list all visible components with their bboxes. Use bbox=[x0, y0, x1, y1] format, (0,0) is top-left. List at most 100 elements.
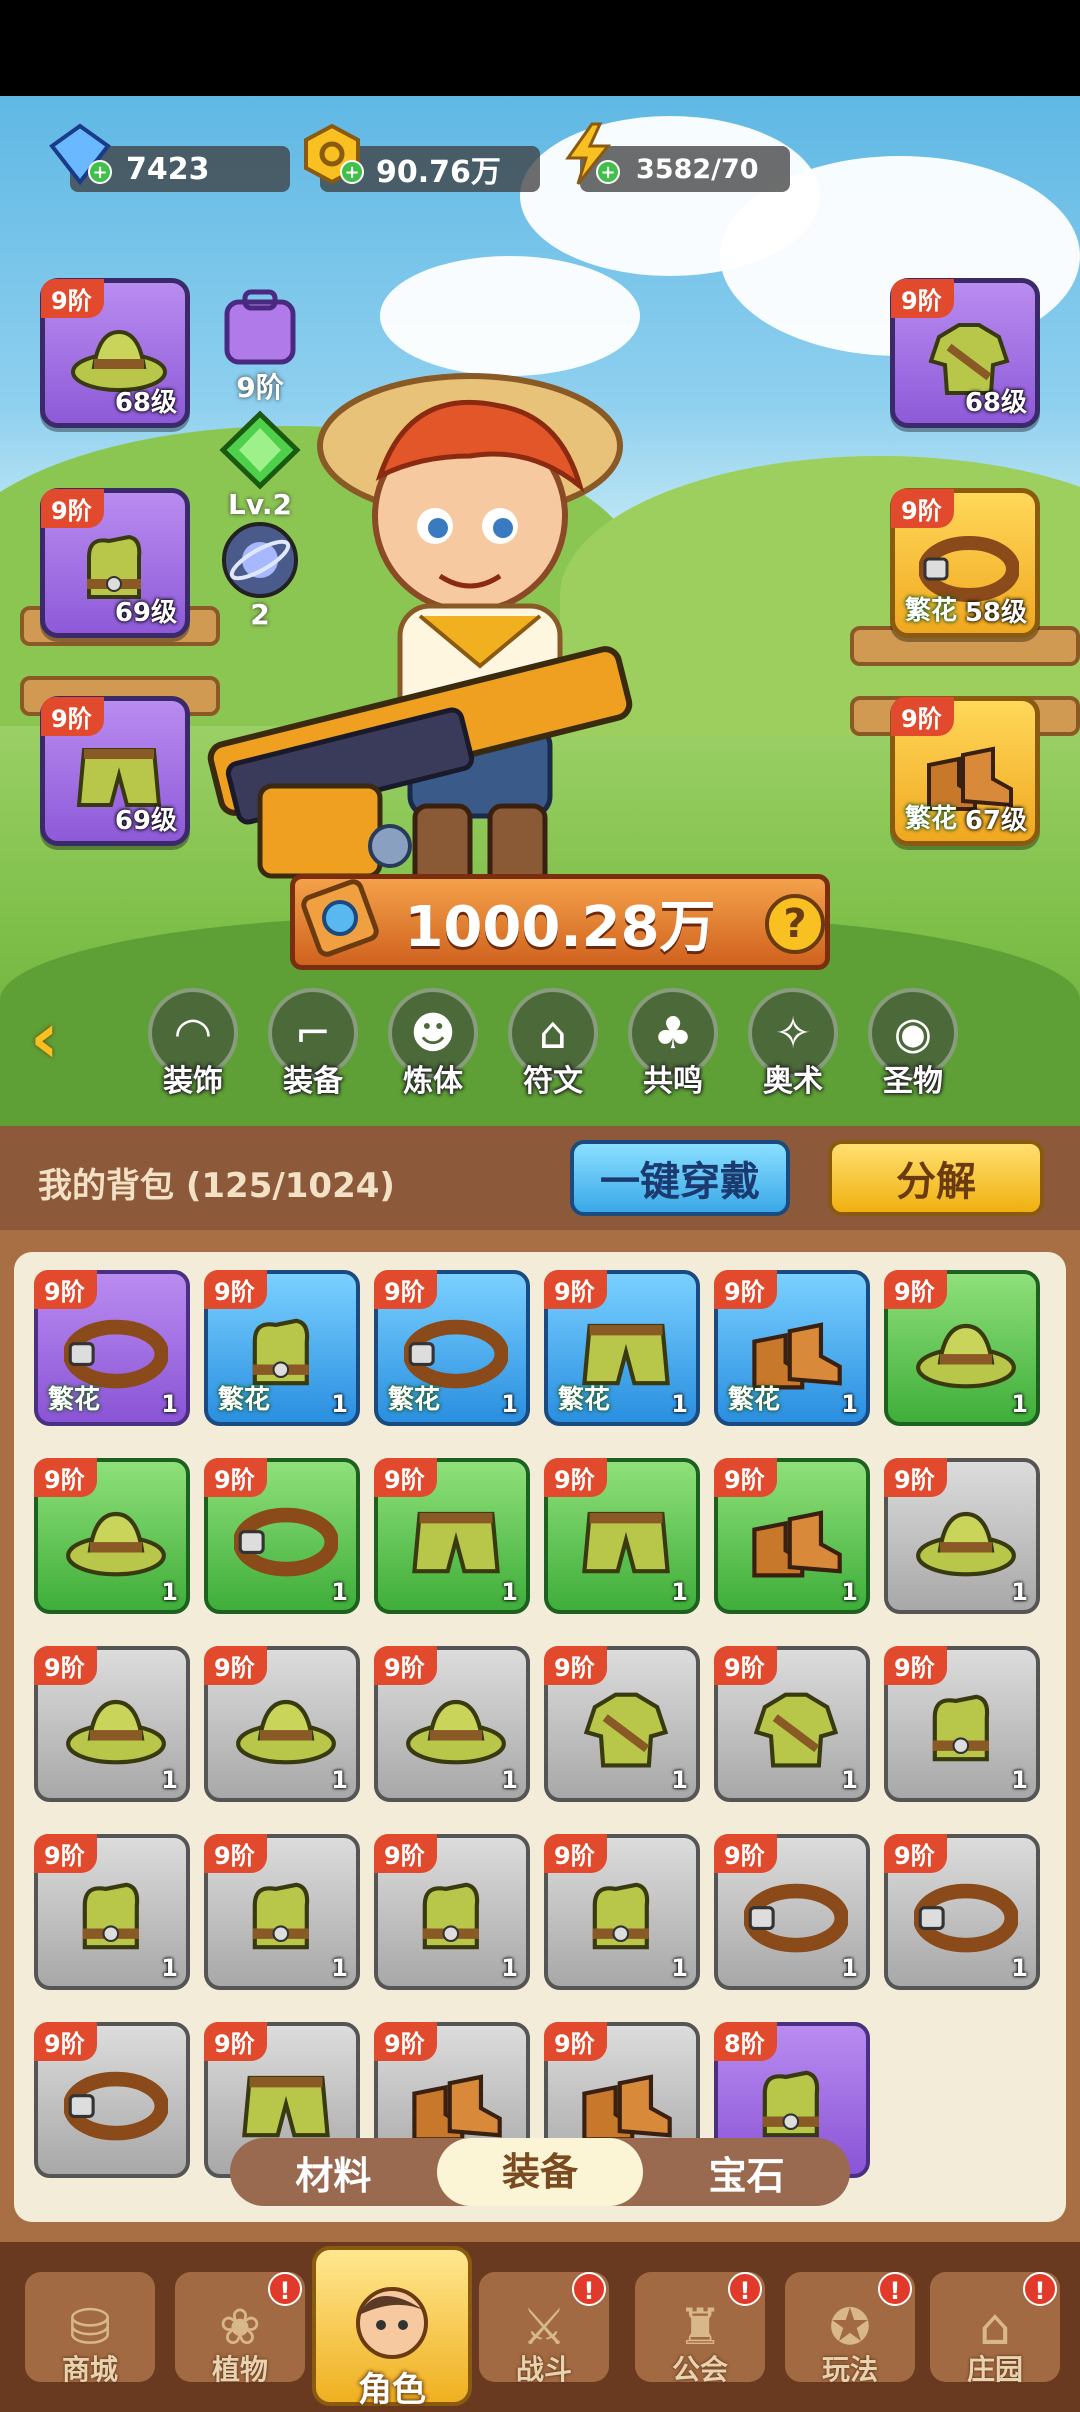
bag-item[interactable]: 9阶 1 bbox=[544, 1834, 700, 1990]
item-count: 1 bbox=[1011, 1578, 1028, 1606]
nav-character[interactable]: 角色 bbox=[312, 2246, 472, 2412]
item-count: 1 bbox=[841, 1578, 858, 1606]
hat-icon bbox=[916, 1323, 1016, 1389]
bag-item[interactable]: 9阶 1 bbox=[204, 1834, 360, 1990]
nav-manor[interactable]: ⌂ 庄园! bbox=[925, 2272, 1065, 2412]
bag-item[interactable]: 9阶 1 bbox=[714, 1458, 870, 1614]
category-resonance[interactable]: ♣ 共鸣 bbox=[620, 988, 726, 1100]
bag-item[interactable]: 9阶 1 bbox=[374, 1646, 530, 1802]
belt-icon bbox=[234, 1507, 338, 1577]
gold-icon[interactable]: + bbox=[300, 122, 364, 186]
gloves-icon bbox=[762, 2070, 820, 2138]
category-body-refining[interactable]: ☻ 炼体 bbox=[380, 988, 486, 1100]
nav-shop[interactable]: ⛁ 商城 bbox=[20, 2272, 160, 2412]
combat-power-value: 1000.28万 bbox=[404, 894, 716, 960]
bag-item[interactable]: 9阶 1 bbox=[714, 1834, 870, 1990]
bag-item[interactable]: 9阶 bbox=[34, 2022, 190, 2178]
decompose-button[interactable]: 分解 bbox=[828, 1140, 1044, 1216]
equip-slot-shirt[interactable]: 9阶 68级 bbox=[890, 278, 1040, 428]
gem-level-label: Lv.2 bbox=[228, 488, 292, 521]
equip-slot-gloves[interactable]: 9阶 69级 bbox=[40, 488, 190, 638]
item-count: 1 bbox=[671, 1578, 688, 1606]
bag-item[interactable]: 9阶繁花 1 bbox=[34, 1270, 190, 1426]
bag-item[interactable]: 9阶 1 bbox=[884, 1270, 1040, 1426]
bag-item[interactable]: 9阶 繁花 1 bbox=[204, 1270, 360, 1426]
help-icon[interactable]: ? bbox=[765, 894, 825, 954]
gem-icon[interactable]: + bbox=[48, 122, 112, 186]
equip-slot-shorts[interactable]: 9阶 69级 bbox=[40, 696, 190, 846]
equip-slot-boots[interactable]: 9阶 繁花 67级 bbox=[890, 696, 1040, 846]
bag-item[interactable]: 9阶 1 bbox=[884, 1458, 1040, 1614]
bag-item[interactable]: 9阶 1 bbox=[34, 1646, 190, 1802]
category-label: 奥术 bbox=[763, 1064, 823, 1099]
bag-item[interactable]: 9阶 繁花 1 bbox=[714, 1270, 870, 1426]
orb-slot[interactable]: 2 bbox=[210, 520, 310, 631]
hat-icon bbox=[406, 1699, 506, 1765]
item-count: 1 bbox=[671, 1390, 688, 1418]
fanhua-label: 繁花 bbox=[218, 1385, 271, 1415]
tier-badge: 9阶 bbox=[544, 1458, 607, 1497]
notification-badge: ! bbox=[268, 2272, 302, 2306]
bag-item[interactable]: 9阶 1 bbox=[204, 1646, 360, 1802]
shorts-icon bbox=[412, 1511, 500, 1574]
bag-item[interactable]: 9阶 繁花 1 bbox=[374, 1270, 530, 1426]
bag-item[interactable]: 9阶 1 bbox=[374, 1458, 530, 1614]
shorts-icon bbox=[582, 1511, 670, 1574]
category-arcane[interactable]: ✧ 奥术 bbox=[740, 988, 846, 1100]
equip-all-button[interactable]: 一键穿戴 bbox=[570, 1140, 790, 1216]
bag-item[interactable]: 9阶 繁花 1 bbox=[544, 1270, 700, 1426]
bag-item[interactable]: 9阶 1 bbox=[544, 1646, 700, 1802]
gloves-icon bbox=[932, 1694, 990, 1762]
nav-battle[interactable]: ⚔ 战斗! bbox=[474, 2272, 614, 2412]
item-count: 1 bbox=[671, 1766, 688, 1794]
equip-slot-belt[interactable]: 9阶 繁花 58级 bbox=[890, 488, 1040, 638]
bag-item[interactable]: 9阶 1 bbox=[714, 1646, 870, 1802]
item-count: 1 bbox=[331, 1578, 348, 1606]
bag-item[interactable]: 9阶 1 bbox=[884, 1646, 1040, 1802]
gem-level[interactable]: Lv.2 bbox=[210, 410, 310, 521]
tab-materials[interactable]: 材料 bbox=[230, 2145, 437, 2200]
nav-guild[interactable]: ♜ 公会! bbox=[630, 2272, 770, 2412]
tier-badge: 9阶 bbox=[891, 279, 954, 318]
bag-item[interactable]: 9阶 1 bbox=[34, 1834, 190, 1990]
bag-item[interactable]: 9阶 1 bbox=[884, 1834, 1040, 1990]
category-relic[interactable]: ◉ 圣物 bbox=[860, 988, 966, 1100]
category-rune[interactable]: ⌂ 符文 bbox=[500, 988, 606, 1100]
item-count: 1 bbox=[161, 1390, 178, 1418]
nav-plants[interactable]: ❀ 植物! bbox=[170, 2272, 310, 2412]
equip-slot-hat[interactable]: 9阶 68级 bbox=[40, 278, 190, 428]
item-count: 1 bbox=[841, 1390, 858, 1418]
fanhua-label: 繁花 bbox=[388, 1385, 441, 1415]
item-count: 1 bbox=[501, 1954, 518, 1982]
tier-badge: 9阶 bbox=[34, 1834, 97, 1873]
category-label: 装饰 bbox=[163, 1064, 223, 1099]
tier-badge: 9阶 bbox=[544, 2022, 607, 2061]
energy-icon[interactable]: + bbox=[556, 122, 620, 186]
bag-grid: 9阶 繁花 1 9阶 繁花 1 9阶 繁花 1 9阶 繁花 1 9阶 繁花 1 9阶 1 9阶 1 9阶 1 9阶 1 9阶 1… bbox=[14, 1252, 1066, 2222]
category-equipment[interactable]: ⌐ 装备 bbox=[260, 988, 366, 1100]
tier-badge: 9阶 bbox=[34, 2022, 97, 2061]
fanhua-label: 繁花 bbox=[48, 1385, 101, 1415]
belt-icon bbox=[744, 1883, 848, 1953]
item-count: 1 bbox=[841, 1766, 858, 1794]
tab-gems[interactable]: 宝石 bbox=[643, 2145, 850, 2200]
bag-item[interactable]: 9阶 1 bbox=[544, 1458, 700, 1614]
tier-badge: 9阶 bbox=[34, 1270, 97, 1309]
item-count: 1 bbox=[331, 1954, 348, 1982]
tier-badge: 8阶 bbox=[714, 2022, 777, 2061]
bag-item[interactable]: 9阶 1 bbox=[374, 1834, 530, 1990]
nav-label: 玩法 bbox=[821, 2353, 878, 2386]
category-decoration[interactable]: ◠ 装饰 bbox=[140, 988, 246, 1100]
category-label: 装备 bbox=[283, 1064, 343, 1099]
tier-badge: 9阶 bbox=[204, 1646, 267, 1685]
hat-icon bbox=[236, 1699, 336, 1765]
backpack-tier[interactable]: 9阶 bbox=[210, 288, 310, 404]
item-count: 1 bbox=[161, 1954, 178, 1982]
tab-equipment[interactable]: 装备 bbox=[436, 2138, 644, 2206]
tier-badge: 9阶 bbox=[374, 1834, 437, 1873]
back-arrow-icon[interactable]: ‹ bbox=[30, 1003, 90, 1078]
bag-item[interactable]: 9阶 1 bbox=[34, 1458, 190, 1614]
nav-gameplay[interactable]: ✪ 玩法! bbox=[780, 2272, 920, 2412]
item-count: 1 bbox=[501, 1578, 518, 1606]
bag-item[interactable]: 9阶 1 bbox=[204, 1458, 360, 1614]
